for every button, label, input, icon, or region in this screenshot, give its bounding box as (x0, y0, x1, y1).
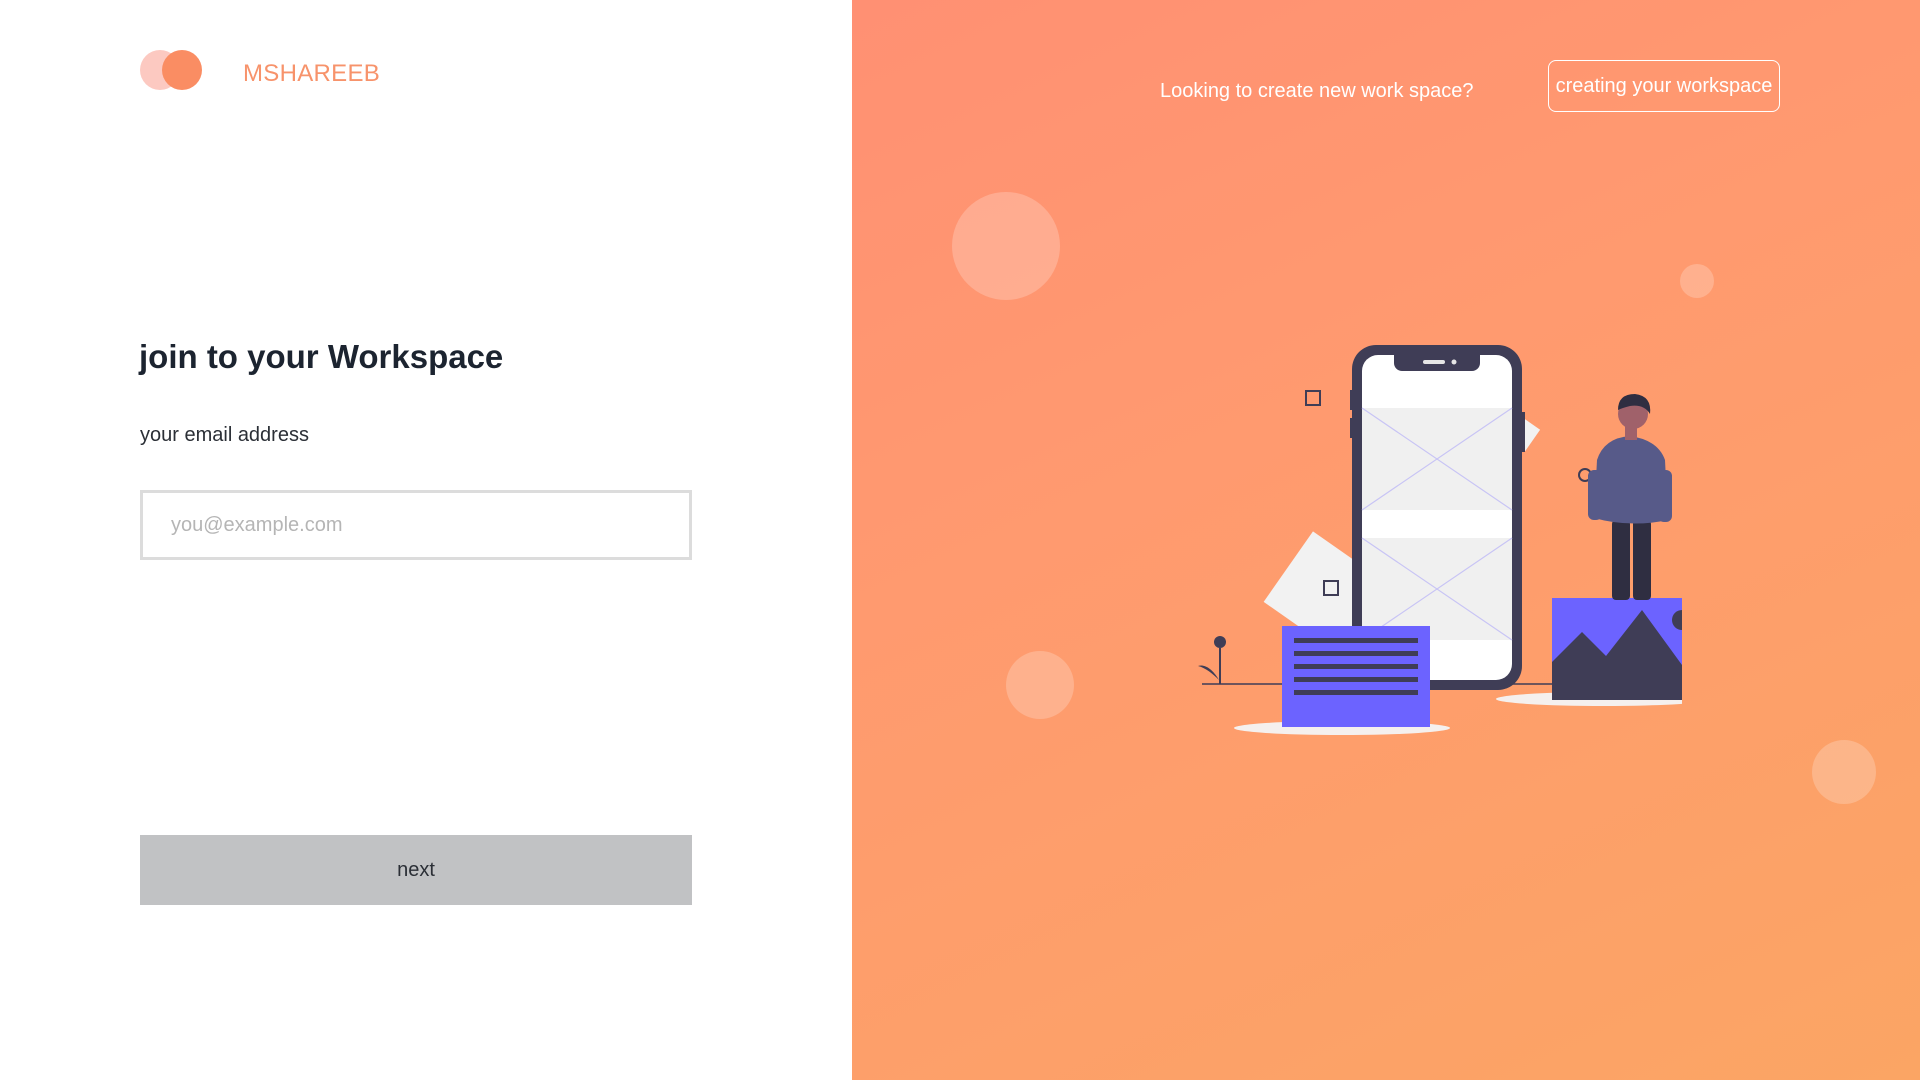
left-panel: MSHAREEB join to your Workspace your ema… (0, 0, 852, 1080)
square-outline-shape (1305, 390, 1321, 406)
decorative-bubble (1006, 651, 1074, 719)
create-workspace-button[interactable]: creating your workspace (1548, 60, 1780, 112)
plant-icon (1214, 636, 1226, 648)
email-label: your email address (140, 424, 309, 446)
phone-wireframe-illustration (1198, 345, 1682, 735)
decorative-bubble (1680, 264, 1714, 298)
brand-name: MSHAREEB (243, 60, 381, 87)
create-workspace-prompt: Looking to create new work space? (1160, 80, 1474, 102)
right-panel: Looking to create new work space? creati… (852, 0, 1920, 1080)
decorative-bubble (1812, 740, 1876, 804)
next-button[interactable]: next (140, 835, 692, 905)
email-input[interactable] (140, 490, 692, 560)
logo-icon (140, 50, 202, 90)
person-illustration (1588, 394, 1672, 600)
decorative-bubble (952, 192, 1060, 300)
page-title: join to your Workspace (139, 338, 504, 375)
